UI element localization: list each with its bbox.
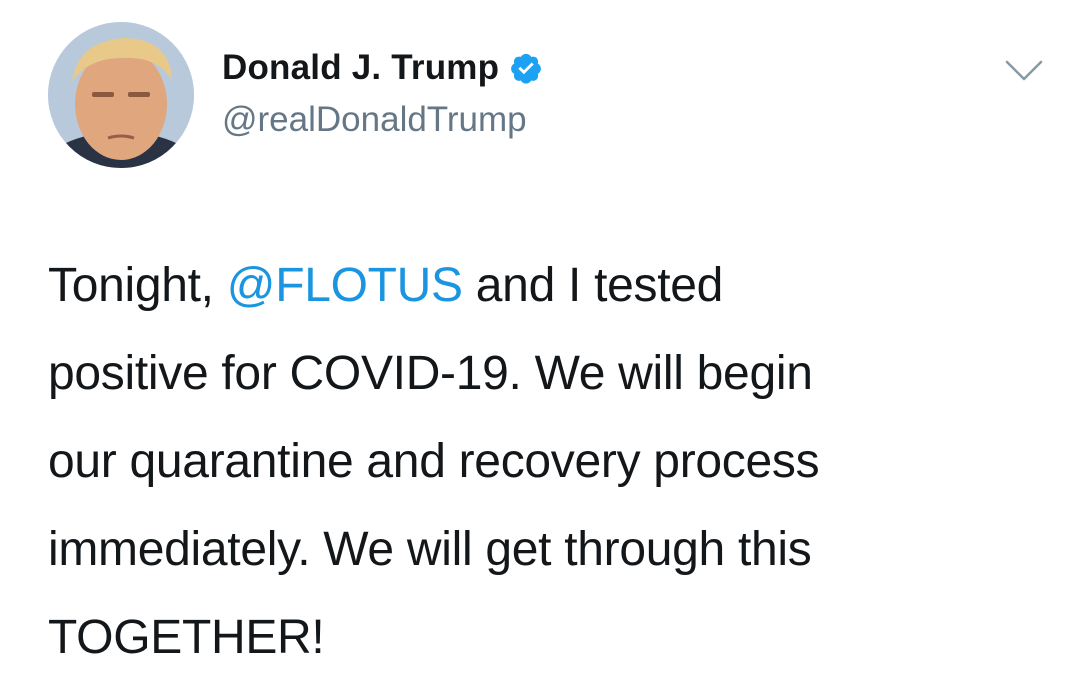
tweet-line: TOGETHER! — [48, 611, 325, 664]
mention-link[interactable]: @FLOTUS — [227, 259, 463, 312]
tweet-text-segment: and I tested — [462, 259, 724, 312]
tweet-line: our quarantine and recovery process — [48, 435, 820, 488]
tweet-card: Donald J. Trump @realDonaldTrump Tonight… — [0, 0, 1080, 690]
tweet-line: immediately. We will get through this — [48, 523, 812, 576]
author-handle[interactable]: @realDonaldTrump — [222, 100, 527, 140]
tweet-text-segment: Tonight, — [48, 259, 227, 312]
verified-badge-icon — [509, 51, 543, 85]
avatar-image — [48, 22, 194, 168]
tweet-line: positive for COVID-19. We will begin — [48, 347, 813, 400]
tweet-line: Tonight, @FLOTUS and I tested — [48, 242, 1058, 330]
chevron-down-icon[interactable] — [1004, 58, 1044, 84]
avatar[interactable] — [48, 22, 194, 168]
tweet-text: Tonight, @FLOTUS and I tested positive f… — [48, 242, 1058, 682]
author-name-row: Donald J. Trump — [222, 48, 543, 88]
author-display-name[interactable]: Donald J. Trump — [222, 48, 499, 88]
